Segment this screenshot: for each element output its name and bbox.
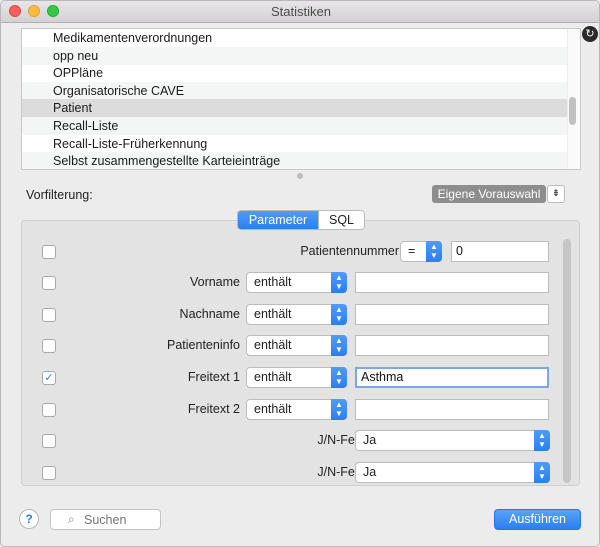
operator-select[interactable]: enthält ▲ ▼ <box>246 272 347 293</box>
operator-select[interactable]: Ja ▲ ▼ <box>355 430 550 451</box>
operator-select[interactable]: = ▲ ▼ <box>400 241 442 262</box>
filter-checkbox[interactable] <box>42 276 56 290</box>
chevron-updown-icon: ▲ ▼ <box>331 304 347 325</box>
search-input[interactable] <box>84 513 154 527</box>
preset-button[interactable]: Eigene Vorauswahl <box>432 185 546 203</box>
help-button[interactable]: ? <box>19 509 39 529</box>
table-list-scroll-thumb[interactable] <box>569 97 576 125</box>
chevron-updown-icon: ▲ ▼ <box>331 272 347 293</box>
filter-value-input[interactable] <box>355 272 549 293</box>
operator-value: enthält <box>254 275 292 289</box>
operator-value: enthält <box>254 338 292 352</box>
operator-value: = <box>408 244 416 258</box>
list-item[interactable]: Recall-Liste-Früherkennung <box>22 135 567 153</box>
filter-label: Nachname <box>179 307 240 321</box>
title-bar: Statistiken <box>1 1 599 23</box>
operator-value: Ja <box>363 433 377 447</box>
list-item[interactable]: OPPläne <box>22 64 567 82</box>
chevron-updown-icon: ▲ ▼ <box>534 462 550 483</box>
filter-panel: Patientennummer = ▲ ▼ 0 Vorname enthält ▲ ▼ Nachn… <box>21 220 580 486</box>
chevron-updown-icon: ▲ ▼ <box>331 367 347 388</box>
filter-row: J/N-Feld 2 Ja ▲ ▼ <box>22 461 562 485</box>
filter-value-input[interactable]: 0 <box>451 241 549 262</box>
filter-panel-scroll-thumb[interactable] <box>563 239 571 483</box>
tab-parameter[interactable]: Parameter <box>238 211 318 229</box>
filter-checkbox[interactable] <box>42 339 56 353</box>
filter-row: ✓ Freitext 1 enthält ▲ ▼ Asthma <box>22 366 562 390</box>
table-list: Medikamentenverordnungen opp neu OPPläne Or… <box>21 28 581 170</box>
preset-dropdown-arrow-icon[interactable]: ⇟ <box>547 185 565 203</box>
operator-select[interactable]: Ja ▲ ▼ <box>355 462 550 483</box>
operator-select[interactable]: enthält ▲ ▼ <box>246 367 347 388</box>
filter-value-input[interactable] <box>355 399 549 420</box>
filter-row: Vorname enthält ▲ ▼ <box>22 271 562 295</box>
filter-value-input[interactable] <box>355 335 549 356</box>
operator-value: enthält <box>254 307 292 321</box>
operator-value: enthält <box>254 370 292 384</box>
search-icon: ⌕ <box>68 512 75 526</box>
search-field[interactable]: ⌕ <box>50 509 161 530</box>
list-item[interactable]: Recall-Liste <box>22 117 567 135</box>
filter-value-input[interactable]: Asthma <box>355 367 549 388</box>
refresh-icon[interactable]: ↻ <box>582 26 598 42</box>
list-item[interactable]: opp neu <box>22 46 567 65</box>
filter-label: Freitext 1 <box>187 370 240 384</box>
operator-value: enthält <box>254 402 292 416</box>
filter-checkbox[interactable] <box>42 466 56 480</box>
filter-checkbox[interactable] <box>42 434 56 448</box>
filter-row: Patienteninfo enthält ▲ ▼ <box>22 334 562 358</box>
tab-sql[interactable]: SQL <box>318 211 364 229</box>
filter-label: Vorname <box>189 275 240 289</box>
operator-value: Ja <box>363 465 377 479</box>
window-title: Statistiken <box>271 4 331 19</box>
operator-select[interactable]: enthält ▲ ▼ <box>246 399 347 420</box>
table-list-scrollbar[interactable] <box>567 29 580 169</box>
filter-label: Patienteninfo <box>167 338 240 352</box>
filter-row: Patientennummer = ▲ ▼ 0 <box>22 240 562 264</box>
operator-select[interactable]: enthält ▲ ▼ <box>246 335 347 356</box>
checkmark-icon: ✓ <box>44 372 54 384</box>
filter-checkbox[interactable] <box>42 403 56 417</box>
chevron-updown-icon: ▲ ▼ <box>426 241 442 262</box>
filter-row: Nachname enthält ▲ ▼ <box>22 303 562 327</box>
list-item[interactable]: Medikamentenverordnungen <box>22 29 567 47</box>
mode-segmented-control: Parameter SQL <box>237 210 365 230</box>
filter-label: Patientennummer <box>300 244 399 258</box>
run-button[interactable]: Ausführen <box>494 509 581 530</box>
chevron-updown-icon: ▲ ▼ <box>331 335 347 356</box>
statistics-window: Statistiken Medikamentenverordnungen opp … <box>0 0 600 547</box>
list-item[interactable]: Patient <box>22 99 567 118</box>
chevron-updown-icon: ▲ ▼ <box>534 430 550 451</box>
filter-label: Freitext 2 <box>187 402 240 416</box>
prefilter-label: Vorfilterung: <box>26 188 93 202</box>
filter-checkbox[interactable] <box>42 245 56 259</box>
filter-checkbox[interactable]: ✓ <box>42 371 56 385</box>
operator-select[interactable]: enthält ▲ ▼ <box>246 304 347 325</box>
splitter-handle[interactable] <box>297 173 303 179</box>
list-item[interactable]: Organisatorische CAVE <box>22 81 567 100</box>
filter-row: Freitext 2 enthält ▲ ▼ <box>22 398 562 422</box>
chevron-updown-icon: ▲ ▼ <box>331 399 347 420</box>
filter-checkbox[interactable] <box>42 308 56 322</box>
list-item[interactable]: Selbst zusammengestellte Karteieinträge <box>22 152 567 169</box>
filter-value-input[interactable] <box>355 304 549 325</box>
filter-row: J/N-Feld 1 Ja ▲ ▼ <box>22 429 562 453</box>
